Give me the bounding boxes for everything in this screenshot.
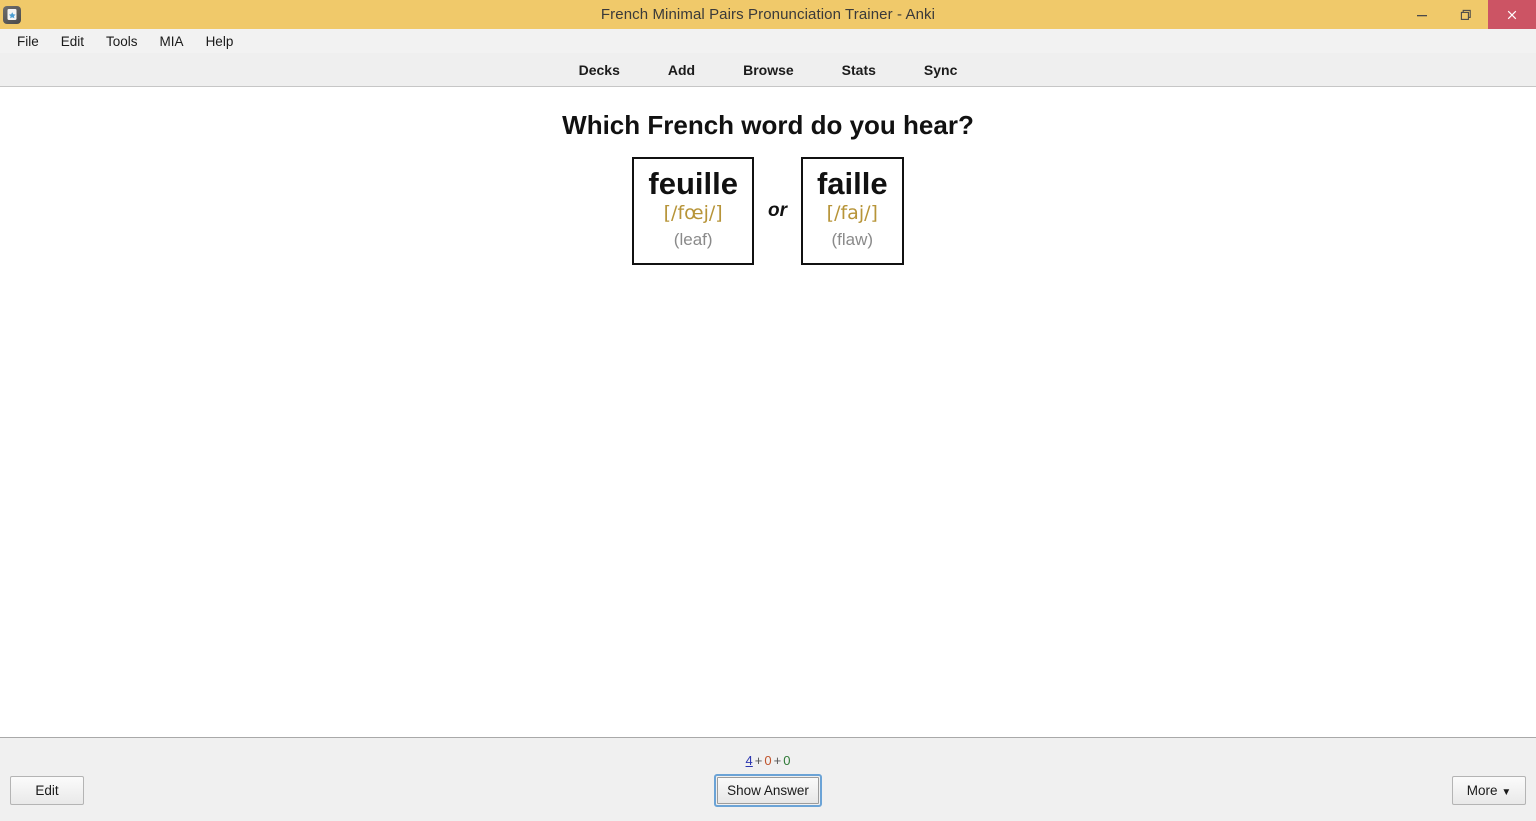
minimize-icon[interactable]: [1400, 0, 1444, 29]
restore-icon[interactable]: [1444, 0, 1488, 29]
count-plus-2: +: [773, 753, 782, 768]
menu-item-edit[interactable]: Edit: [50, 32, 95, 51]
card-question-text: Which French word do you hear?: [562, 110, 974, 140]
menu-item-help[interactable]: Help: [195, 32, 245, 51]
window-title: French Minimal Pairs Pronunciation Train…: [600, 6, 936, 23]
word-option-1-gloss: (leaf): [673, 230, 713, 250]
word-option-2-gloss: (flaw): [831, 230, 874, 250]
card-counts: 4 +0 +0: [746, 753, 791, 768]
anki-app-icon: [3, 5, 21, 24]
more-button-label: More: [1466, 783, 1498, 798]
count-learning[interactable]: 0: [764, 753, 771, 768]
chevron-down-icon: ▼: [1501, 787, 1512, 798]
word-option-1-ipa: [/fœj/]: [663, 202, 723, 225]
menu-bar: File Edit Tools MIA Help: [0, 29, 1536, 53]
nav-link-browse[interactable]: Browse: [743, 62, 794, 78]
count-new[interactable]: 4: [746, 753, 753, 768]
word-option-2[interactable]: faille [/faj/] (flaw): [800, 157, 904, 265]
menu-item-mia[interactable]: MIA: [149, 32, 195, 51]
word-option-2-ipa: [/faj/]: [826, 202, 878, 225]
word-option-2-word: faille: [816, 166, 888, 201]
option-separator: or: [767, 199, 787, 221]
word-option-1[interactable]: feuille [/fœj/] (leaf): [632, 157, 754, 265]
nav-link-stats[interactable]: Stats: [842, 62, 876, 78]
show-answer-button[interactable]: Show Answer: [717, 777, 819, 804]
count-review[interactable]: 0: [783, 753, 790, 768]
word-option-1-word: feuille: [648, 166, 738, 201]
bottom-toolbar: Edit 4 +0 +0 Show Answer More ▼: [0, 737, 1536, 821]
menu-item-file[interactable]: File: [6, 32, 50, 51]
minimal-pair-options: feuille [/fœj/] (leaf) or faille [/faj/]…: [0, 157, 1536, 265]
anki-main-window: French Minimal Pairs Pronunciation Train…: [0, 0, 1536, 821]
more-button[interactable]: More ▼: [1452, 776, 1526, 805]
count-plus-1: +: [754, 753, 763, 768]
nav-link-decks[interactable]: Decks: [579, 62, 620, 78]
review-center-stack: 4 +0 +0 Show Answer: [0, 753, 1536, 807]
nav-link-sync[interactable]: Sync: [924, 62, 957, 78]
window-controls: [1400, 0, 1536, 29]
nav-link-add[interactable]: Add: [668, 62, 695, 78]
close-icon[interactable]: [1488, 0, 1536, 29]
top-navigation-bar: Decks Add Browse Stats Sync: [0, 53, 1536, 87]
card-review-area: Which French word do you hear? feuille […: [0, 87, 1536, 737]
menu-item-tools[interactable]: Tools: [95, 32, 149, 51]
title-bar: French Minimal Pairs Pronunciation Train…: [0, 0, 1536, 29]
show-answer-focus-ring: Show Answer: [714, 774, 822, 807]
